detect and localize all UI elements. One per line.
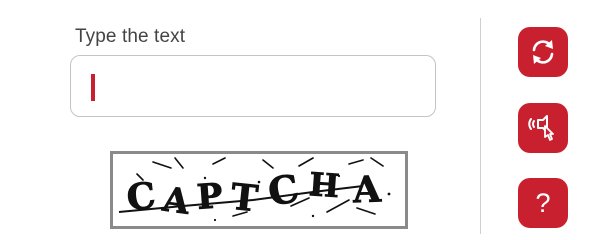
svg-text:T: T [229, 176, 260, 221]
captcha-distorted-text: C A P T C H A [118, 157, 391, 223]
audio-button[interactable] [518, 103, 568, 153]
input-label: Type the text [75, 26, 186, 47]
captcha-image: C A P T C H A [110, 151, 408, 229]
svg-text:H: H [308, 165, 341, 205]
captcha-text-field[interactable] [70, 55, 436, 117]
svg-text:P: P [196, 176, 224, 218]
svg-text:A: A [351, 168, 382, 211]
help-icon: ? [535, 187, 551, 218]
text-cursor [91, 74, 95, 101]
audio-icon [528, 115, 554, 141]
help-button[interactable]: ? [518, 178, 568, 228]
vertical-divider [480, 18, 481, 234]
refresh-button[interactable] [518, 27, 568, 77]
svg-text:C: C [265, 165, 303, 215]
svg-text:A: A [159, 179, 192, 223]
captcha-input[interactable] [101, 70, 421, 102]
svg-text:C: C [125, 175, 158, 220]
refresh-icon [532, 40, 554, 64]
